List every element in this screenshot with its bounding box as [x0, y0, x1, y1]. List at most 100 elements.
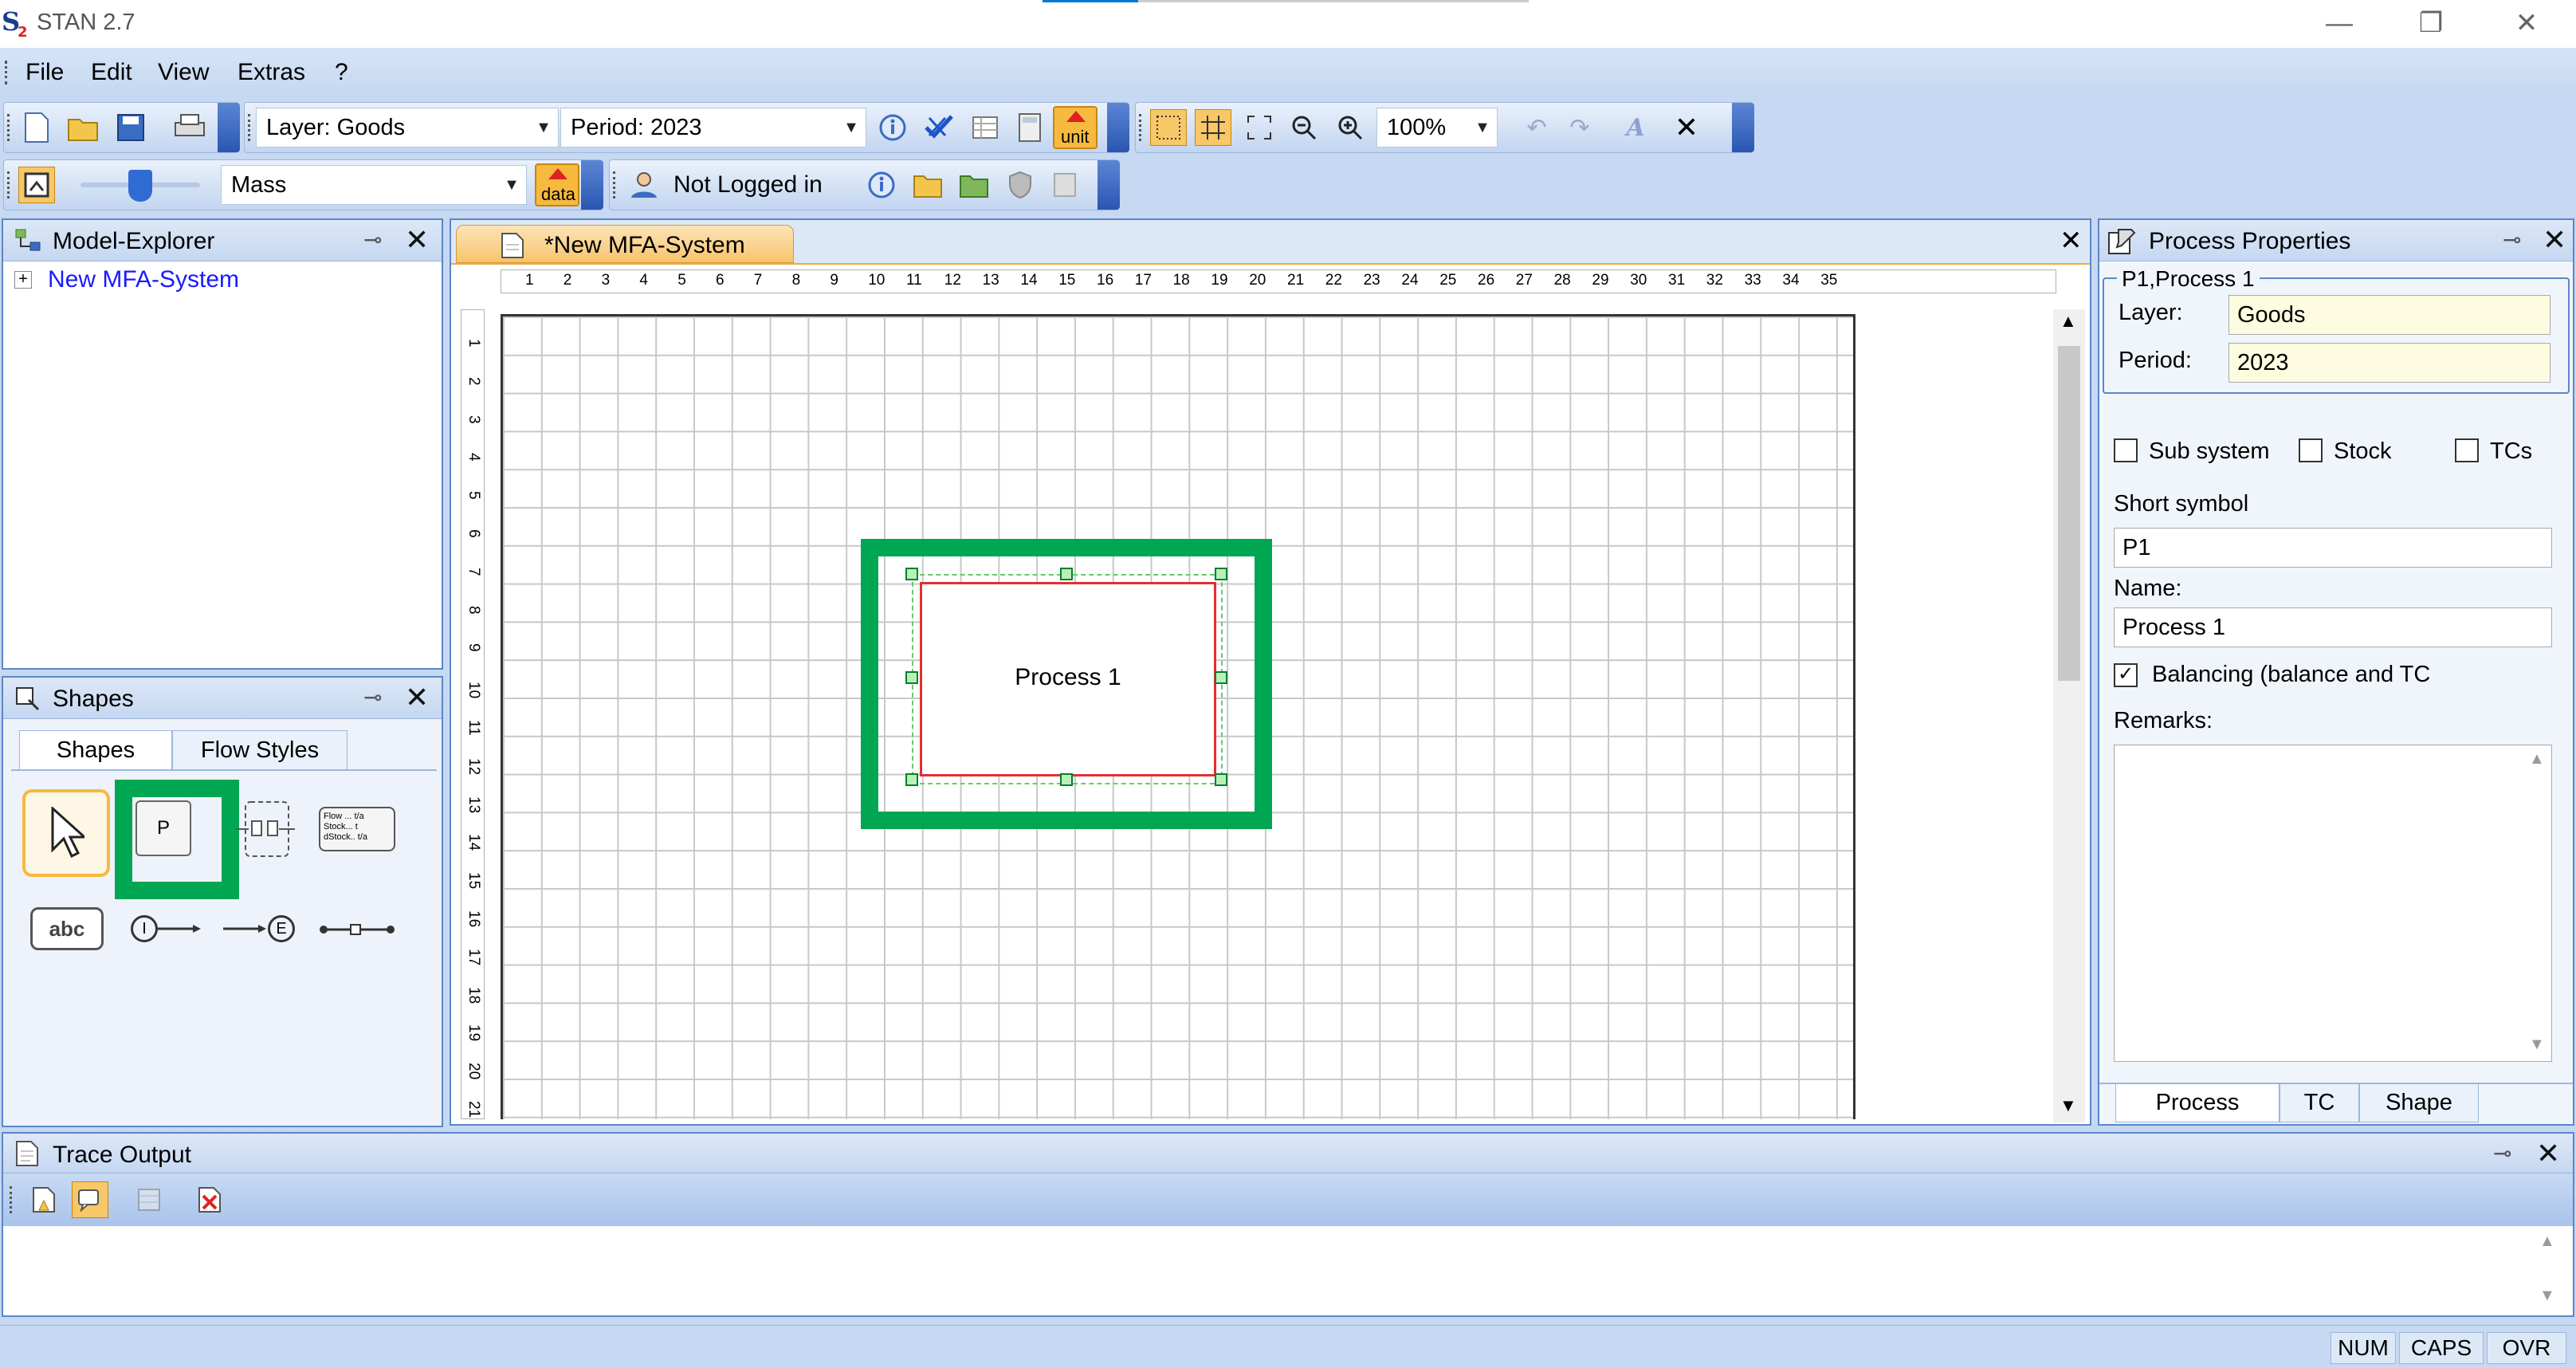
layer-select[interactable]: Layer: Goods ▼	[256, 108, 559, 147]
restore-button[interactable]: ❐	[2383, 0, 2479, 48]
tab-process[interactable]: Process	[2115, 1084, 2280, 1122]
minimize-button[interactable]: —	[2291, 0, 2387, 48]
document-tab[interactable]: *New MFA-System	[456, 225, 794, 263]
flow-tool-icon[interactable]	[319, 918, 395, 941]
tab-shapes[interactable]: Shapes	[19, 730, 172, 770]
open-model-icon[interactable]	[909, 167, 946, 203]
redo-icon[interactable]: ↷	[1561, 109, 1598, 146]
close-panel-icon[interactable]: ✕	[405, 223, 429, 257]
menu-file[interactable]: File	[26, 59, 64, 86]
toolbar-grip[interactable]	[613, 171, 618, 199]
calculator-icon[interactable]	[1011, 109, 1048, 146]
expand-toggle[interactable]: +	[14, 271, 32, 289]
new-file-icon[interactable]	[18, 109, 55, 146]
sync-icon[interactable]	[1046, 167, 1083, 203]
warnings-icon[interactable]	[26, 1181, 62, 1218]
balancing-checkbox[interactable]: ✓	[2114, 663, 2138, 687]
resize-handle-se[interactable]	[1215, 773, 1227, 786]
close-document-icon[interactable]: ✕	[2060, 225, 2083, 257]
resize-handle-ne[interactable]	[1215, 568, 1227, 580]
name-field[interactable]: Process 1	[2114, 607, 2552, 647]
pin-icon[interactable]: ⊸	[2503, 226, 2521, 253]
toolbar-overflow-button[interactable]	[1098, 160, 1120, 210]
process-shape[interactable]: Process 1	[920, 582, 1216, 776]
close-panel-icon[interactable]: ✕	[2543, 223, 2566, 257]
details-icon[interactable]	[131, 1181, 167, 1218]
grid-toggle-icon[interactable]	[1150, 109, 1187, 146]
table-view-icon[interactable]	[967, 109, 1003, 146]
resize-handle-s[interactable]	[1060, 773, 1073, 786]
about-icon[interactable]	[863, 167, 900, 203]
close-panel-icon[interactable]: ✕	[2536, 1137, 2560, 1170]
user-icon[interactable]	[626, 167, 662, 203]
period-select[interactable]: Period: 2023 ▼	[560, 108, 866, 147]
scroll-down-icon[interactable]: ▼	[2529, 1036, 2545, 1054]
scroll-up-icon[interactable]: ▲	[2529, 750, 2545, 769]
vertical-scrollbar[interactable]: ▲ ▼	[2053, 309, 2085, 1122]
remarks-textarea[interactable]: ▲ ▼	[2114, 745, 2552, 1062]
toolbar-overflow-button[interactable]	[218, 103, 240, 152]
toolbar-grip[interactable]	[7, 114, 12, 141]
save-icon[interactable]	[112, 109, 149, 146]
period-field[interactable]: 2023	[2228, 343, 2550, 383]
scroll-thumb[interactable]	[2058, 346, 2080, 681]
login-status[interactable]: Not Logged in	[673, 171, 823, 199]
text-tool[interactable]: abc	[30, 907, 104, 950]
upload-model-icon[interactable]	[956, 167, 992, 203]
unit-toggle-button[interactable]: unit	[1053, 106, 1098, 149]
menu-help[interactable]: ?	[335, 59, 348, 86]
menu-view[interactable]: View	[158, 59, 209, 86]
open-folder-icon[interactable]	[65, 109, 101, 146]
close-panel-icon[interactable]: ✕	[405, 681, 429, 714]
stock-checkbox[interactable]	[2299, 438, 2323, 462]
menubar-grip[interactable]	[5, 61, 10, 85]
shield-icon[interactable]	[1002, 167, 1039, 203]
tab-flow-styles[interactable]: Flow Styles	[172, 730, 348, 770]
trace-output-content[interactable]: ▲ ▼	[3, 1226, 2573, 1315]
messages-icon[interactable]	[72, 1181, 108, 1218]
toolbar-grip[interactable]	[248, 114, 253, 141]
zoom-select[interactable]: 100% ▼	[1376, 108, 1498, 147]
check-data-icon[interactable]	[921, 109, 957, 146]
scroll-up-icon[interactable]: ▲	[2060, 311, 2077, 332]
delete-icon[interactable]: ✕	[1668, 109, 1705, 146]
zoom-out-icon[interactable]	[1286, 109, 1322, 146]
close-button[interactable]: ✕	[2479, 0, 2574, 48]
scroll-up-icon[interactable]: ▲	[2539, 1232, 2555, 1251]
snap-to-grid-icon[interactable]	[1195, 109, 1231, 146]
export-flow-tool[interactable]: E	[223, 914, 298, 945]
import-flow-tool[interactable]: I	[131, 914, 202, 945]
undo-icon[interactable]: ↶	[1518, 109, 1555, 146]
tab-shape[interactable]: Shape	[2359, 1084, 2479, 1122]
toolbar-grip[interactable]	[10, 1186, 14, 1213]
toolbar-grip[interactable]	[1139, 114, 1144, 141]
tcs-checkbox[interactable]	[2455, 438, 2479, 462]
short-symbol-field[interactable]: P1	[2114, 528, 2552, 568]
pin-icon[interactable]: ⊸	[363, 684, 382, 710]
tree-item-root[interactable]: New MFA-System	[48, 266, 239, 293]
resize-handle-nw[interactable]	[905, 568, 918, 580]
data-toggle-button[interactable]: data	[535, 163, 579, 206]
toolbar-overflow-button[interactable]	[1732, 103, 1754, 152]
quantity-select[interactable]: Mass ▼	[221, 165, 527, 205]
toolbar-grip[interactable]	[7, 171, 12, 199]
tab-tc[interactable]: TC	[2280, 1084, 2359, 1122]
scroll-down-icon[interactable]: ▼	[2539, 1287, 2555, 1305]
resize-handle-w[interactable]	[905, 671, 918, 684]
detail-slider-thumb[interactable]	[128, 170, 152, 202]
toolbar-overflow-button[interactable]	[1107, 103, 1129, 152]
info-icon[interactable]	[874, 109, 911, 146]
pin-icon[interactable]: ⊸	[363, 226, 382, 253]
flow-table-tool[interactable]: Flow ... t/a Stock... t dStock.. t/a	[319, 807, 395, 851]
menu-extras[interactable]: Extras	[238, 59, 305, 86]
resize-handle-e[interactable]	[1215, 671, 1227, 684]
toolbar-overflow-button[interactable]	[581, 160, 603, 210]
resize-handle-n[interactable]	[1060, 568, 1073, 580]
clear-output-icon[interactable]	[191, 1181, 228, 1218]
menu-edit[interactable]: Edit	[91, 59, 132, 86]
pointer-tool[interactable]	[22, 789, 110, 877]
pin-icon[interactable]: ⊸	[2493, 1140, 2511, 1166]
resize-handle-sw[interactable]	[905, 773, 918, 786]
layer-field[interactable]: Goods	[2228, 295, 2550, 335]
font-icon[interactable]: A	[1617, 109, 1654, 146]
